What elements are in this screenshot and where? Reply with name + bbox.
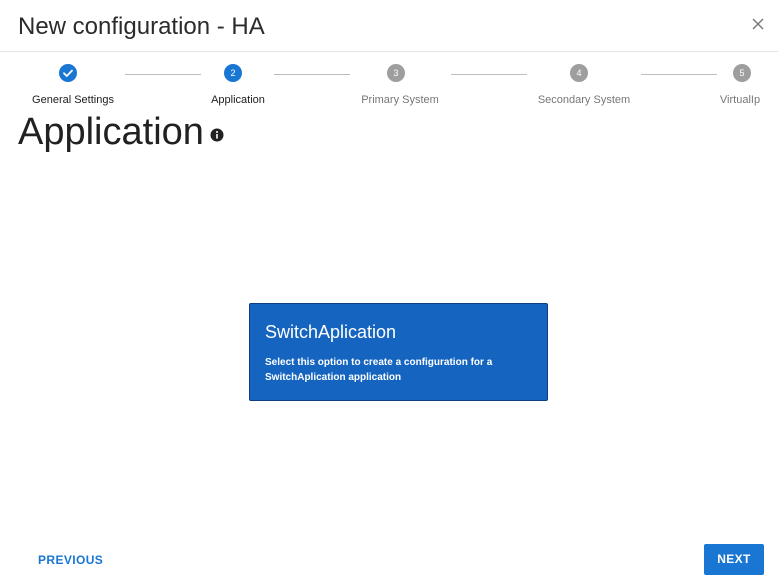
application-option-title: SwitchAplication	[265, 322, 397, 342]
step-connector	[451, 74, 527, 75]
application-option-card[interactable]: SwitchAplication Select this option to c…	[249, 303, 548, 401]
new-configuration-dialog: New configuration - HA General Settings …	[0, 0, 778, 576]
step-label: Secondary System	[537, 94, 631, 106]
stepper: General Settings 2 Application 3 Primary…	[0, 64, 778, 110]
step-circle-completed	[59, 64, 77, 82]
section-heading: Application	[18, 110, 224, 154]
next-button[interactable]: NEXT	[704, 544, 764, 575]
step-circle-active: 2	[224, 64, 242, 82]
step-label: VirtualIp	[719, 94, 761, 106]
step-label: Primary System	[361, 94, 439, 106]
step-connector	[641, 74, 717, 75]
dialog-header: New configuration - HA	[0, 0, 778, 52]
application-option-description: Select this option to create a configura…	[265, 357, 493, 383]
close-button[interactable]	[746, 12, 770, 36]
info-icon[interactable]	[210, 128, 224, 142]
step-connector	[274, 74, 350, 75]
step-label: General Settings	[32, 94, 114, 106]
section-title: Application	[18, 111, 204, 153]
step-circle-pending: 4	[570, 64, 588, 82]
step-circle-pending: 5	[733, 64, 751, 82]
close-icon	[752, 18, 764, 30]
step-label: Application	[211, 94, 265, 106]
dialog-title: New configuration - HA	[18, 13, 265, 40]
previous-button[interactable]: PREVIOUS	[26, 546, 115, 574]
step-connector	[125, 74, 201, 75]
step-circle-pending: 3	[387, 64, 405, 82]
check-icon	[63, 69, 73, 77]
